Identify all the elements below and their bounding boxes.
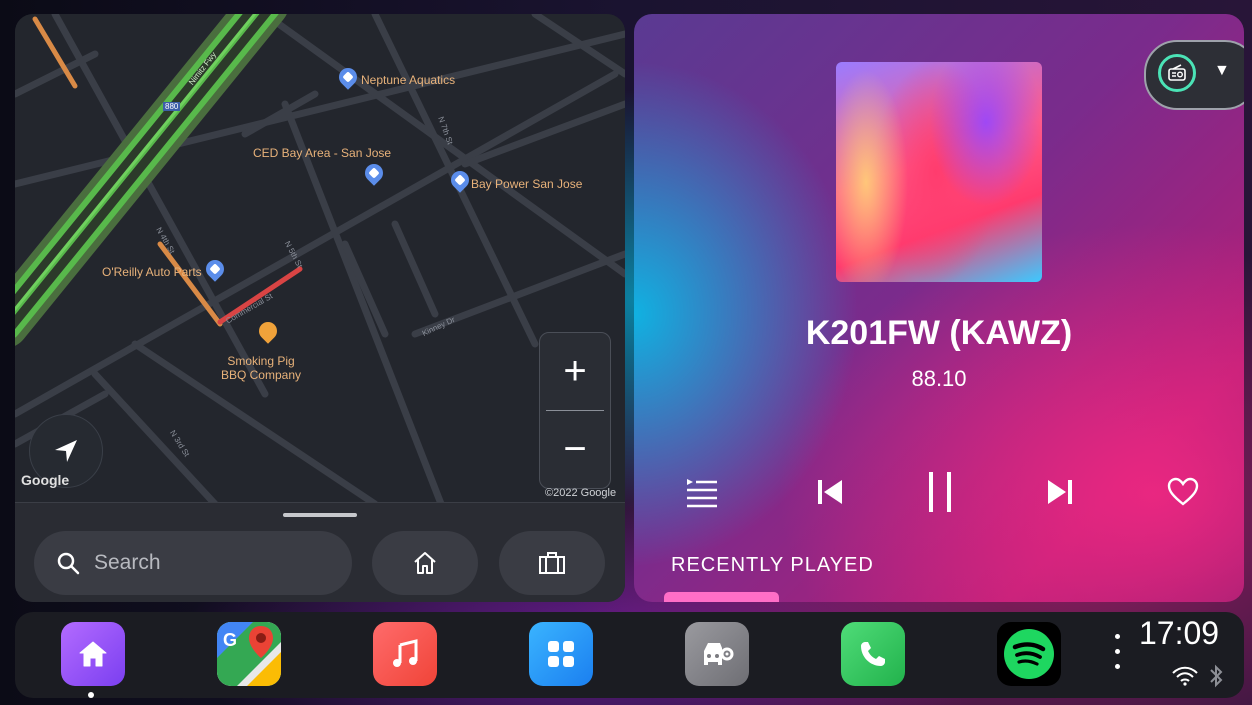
svg-text:G: G [223,630,237,650]
zoom-out-button[interactable]: − [540,411,610,488]
pause-button[interactable] [918,470,962,514]
map-panel[interactable]: N 7th St N 4th St N 5th St Commercial St… [15,14,625,602]
bluetooth-icon [1210,664,1223,688]
album-art [836,62,1042,282]
spotify-icon [1004,629,1054,679]
map-search-sheet: Search [15,502,625,602]
briefcase-icon [539,552,565,574]
search-placeholder: Search [94,551,161,574]
car-settings-icon [704,643,734,665]
dropdown-caret-icon: ▼ [1214,62,1230,79]
poi-label[interactable]: Neptune Aquatics [361,73,455,87]
wifi-icon [1172,666,1198,686]
poi-label-line: Smoking Pig [227,354,295,368]
active-app-indicator [88,692,94,698]
app-launcher-button[interactable] [529,622,593,686]
google-maps-app-button[interactable]: G [217,622,281,686]
map-canvas[interactable] [15,14,625,504]
music-app-button[interactable] [373,622,437,686]
poi-label[interactable]: O'Reilly Auto Parts [102,265,202,279]
poi-label[interactable]: Bay Power San Jose [471,177,582,191]
search-icon [57,552,80,575]
skip-next-icon [1048,480,1072,504]
radio-source-icon [1158,54,1196,92]
station-name: K201FW (KAWZ) [805,314,1073,352]
home-destination-button[interactable] [372,531,478,595]
phone-app-button[interactable] [841,622,905,686]
clock: 17:09 [1139,615,1220,651]
home-app-button[interactable] [61,622,125,686]
zoom-in-button[interactable]: + [540,333,610,410]
poi-label[interactable]: CED Bay Area - San Jose [253,146,391,160]
search-bar[interactable]: Search [34,531,352,595]
recently-played-tab-indicator [664,592,779,602]
poi-label-line: BBQ Company [220,368,302,382]
heart-icon [1167,477,1199,506]
recently-played-heading[interactable]: RECENTLY PLAYED [671,554,874,577]
music-note-icon [393,639,418,667]
more-options-icon[interactable] [1115,634,1121,679]
audio-source-selector[interactable]: ▼ [1144,40,1244,110]
poi-label[interactable]: Smoking Pig BBQ Company [211,354,311,382]
work-destination-button[interactable] [499,531,605,595]
queue-button[interactable] [680,470,724,514]
map-copyright: ©2022 Google [545,487,617,499]
car-settings-app-button[interactable] [685,622,749,686]
station-frequency: 88.10 [911,366,967,391]
zoom-control: + − [539,332,611,489]
previous-track-button[interactable] [808,470,852,514]
pause-icon [929,472,951,512]
app-dock: G 17:09 [15,612,1244,698]
favorite-button[interactable] [1161,470,1205,514]
skip-previous-icon [818,480,842,504]
next-track-button[interactable] [1038,470,1082,514]
app-grid-icon [548,641,574,667]
highway-shield: 880 [163,102,181,111]
media-player-panel: ▼ K201FW (KAWZ) 88.10 RECENTLY PLAYED [634,14,1244,602]
queue-list-icon [687,479,717,508]
spotify-app-button[interactable] [997,622,1061,686]
navigation-arrow-icon [55,440,77,462]
google-logo: Google [21,472,70,488]
home-icon [79,641,107,667]
home-icon [414,552,436,574]
status-icons [1171,664,1223,688]
phone-icon [861,642,885,666]
google-maps-icon: G [217,622,281,686]
drag-handle[interactable] [283,513,357,517]
